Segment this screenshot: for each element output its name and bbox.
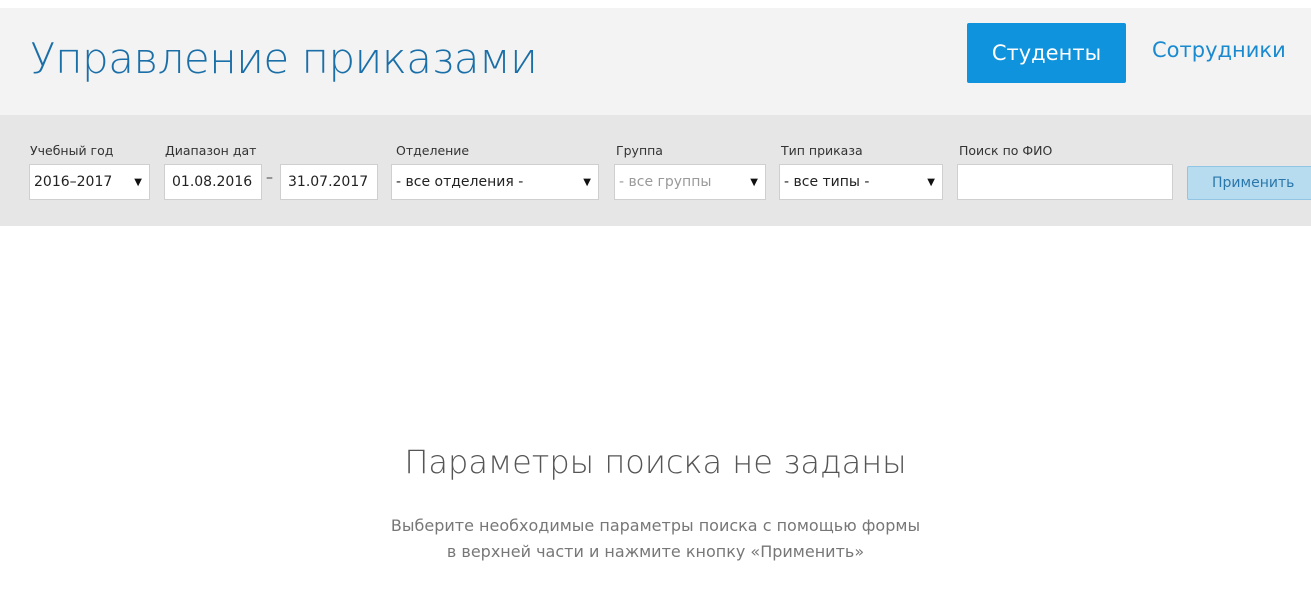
tab-staff[interactable]: Сотрудники (1152, 38, 1286, 62)
date-from-value: 01.08.2016 (172, 174, 253, 190)
date-range-separator: – (266, 170, 273, 186)
academic-year-label: Учебный год (30, 143, 114, 158)
name-search-label: Поиск по ФИО (959, 143, 1053, 158)
department-select[interactable]: - все отделения - ▼ (391, 164, 599, 200)
header: Управление приказами Студенты Сотрудники (0, 8, 1311, 115)
date-from-input[interactable]: 01.08.2016 (164, 164, 262, 200)
top-strip (0, 0, 1311, 8)
empty-state-line-1: Выберите необходимые параметры поиска с … (390, 516, 921, 535)
filter-bar: Учебный год 2016–2017 ▼ Диапазон дат 01.… (0, 115, 1311, 226)
date-range-label: Диапазон дат (165, 143, 257, 158)
academic-year-select[interactable]: 2016–2017 ▼ (29, 164, 150, 200)
order-type-value: - все типы - (784, 174, 870, 190)
chevron-down-icon: ▼ (927, 177, 935, 188)
chevron-down-icon: ▼ (583, 177, 591, 188)
page-title: Управление приказами (30, 34, 538, 83)
apply-button[interactable]: Применить (1187, 166, 1311, 200)
empty-state-line-2: в верхней части и нажмите кнопку «Примен… (446, 542, 865, 561)
empty-state-title: Параметры поиска не заданы (404, 443, 907, 481)
name-search-input[interactable] (957, 164, 1173, 200)
academic-year-value: 2016–2017 (34, 174, 113, 190)
page: Управление приказами Студенты Сотрудники… (0, 0, 1311, 597)
order-type-label: Тип приказа (781, 143, 863, 158)
group-select[interactable]: - все группы ▼ (614, 164, 766, 200)
group-value: - все группы (619, 174, 712, 190)
chevron-down-icon: ▼ (750, 177, 758, 188)
date-to-value: 31.07.2017 (288, 174, 369, 190)
empty-state-description: Выберите необходимые параметры поиска с … (0, 513, 1311, 565)
chevron-down-icon: ▼ (134, 177, 142, 188)
tab-students[interactable]: Студенты (967, 23, 1126, 83)
department-value: - все отделения - (396, 174, 524, 190)
date-to-input[interactable]: 31.07.2017 (280, 164, 378, 200)
group-label: Группа (616, 143, 663, 158)
department-label: Отделение (396, 143, 470, 158)
order-type-select[interactable]: - все типы - ▼ (779, 164, 943, 200)
